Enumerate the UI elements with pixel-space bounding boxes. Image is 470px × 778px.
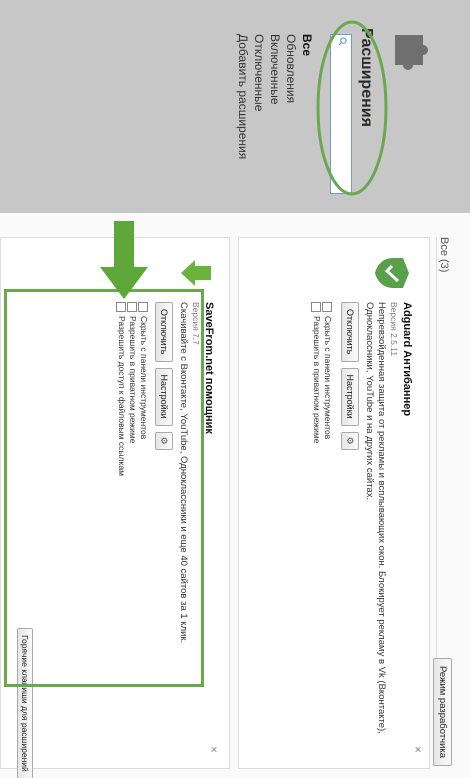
- close-icon[interactable]: ×: [207, 746, 221, 753]
- gear-icon[interactable]: ⚙: [341, 431, 359, 450]
- extension-name: SaveFrom.net помощник: [203, 302, 215, 434]
- option-row[interactable]: Скрыть с панели инструментов: [322, 302, 333, 443]
- option-row[interactable]: Разрешить в приватном режиме: [311, 302, 322, 443]
- checkbox[interactable]: [322, 302, 333, 312]
- adguard-shield-icon: [375, 258, 409, 288]
- sidebar-item-add[interactable]: Добавить расширения: [235, 34, 251, 159]
- extension-name: Adguard Антибаннер: [401, 302, 413, 417]
- sidebar: Расширения Все Обновления Включенные Отк…: [0, 0, 470, 213]
- tab-all[interactable]: Все (3): [438, 237, 450, 272]
- description-line: Одноклассники, YouTube и на других сайта…: [364, 302, 375, 501]
- close-icon[interactable]: ×: [411, 746, 425, 753]
- tab-divider: [436, 237, 437, 697]
- highlight-arrow: [100, 221, 148, 299]
- sidebar-nav: Все Обновления Включенные Отключенные До…: [235, 34, 315, 159]
- extension-card-adguard: Adguard Антибаннер Версия 2.5.11 Непревз…: [238, 237, 430, 769]
- rotated-screen: Расширения Все Обновления Включенные Отк…: [0, 0, 470, 778]
- button-row: Отключить Настройки ⚙: [341, 302, 359, 450]
- sidebar-item-updates[interactable]: Обновления: [283, 34, 299, 159]
- sidebar-item-enabled[interactable]: Включенные: [267, 34, 283, 159]
- highlight-ellipse: [316, 20, 388, 196]
- developer-mode-button[interactable]: Режим разработчика: [433, 658, 452, 767]
- option-label: Скрыть с панели инструментов: [323, 316, 333, 440]
- savefrom-arrow-icon: [181, 260, 211, 286]
- extension-description: Непревзойденная защита от рекламы и вспл…: [363, 302, 387, 734]
- puzzle-icon: [395, 35, 428, 70]
- options-list: Скрыть с панели инструментов Разрешить в…: [311, 302, 333, 443]
- sidebar-item-disabled[interactable]: Отключенные: [251, 34, 267, 159]
- description-line: Непревзойденная защита от рекламы и вспл…: [376, 302, 387, 734]
- main-panel: Все (3) Режим разработчика Adguard Антиб…: [0, 213, 470, 778]
- option-label: Разрешить в приватном режиме: [312, 316, 322, 444]
- extension-version: Версия 2.5.11: [389, 302, 399, 357]
- highlight-rectangle: [4, 289, 204, 687]
- disable-button[interactable]: Отключить: [341, 302, 359, 362]
- settings-button[interactable]: Настройки: [341, 367, 359, 426]
- checkbox[interactable]: [311, 302, 322, 312]
